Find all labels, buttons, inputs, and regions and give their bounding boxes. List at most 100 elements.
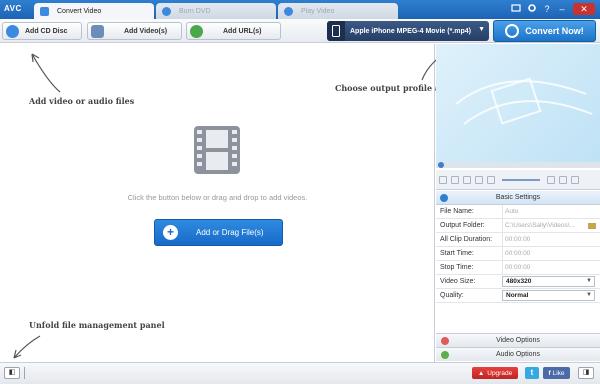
globe-add-icon xyxy=(190,24,203,38)
add-video-label: Add Video(s) xyxy=(124,27,168,35)
chevron-down-icon: ▼ xyxy=(586,278,592,284)
basic-settings-header[interactable]: Basic Settings xyxy=(436,191,600,205)
unfold-panel-button[interactable]: ◧ xyxy=(4,367,20,379)
panel-toggle-icon: ◧ xyxy=(8,369,16,376)
film-strip-icon xyxy=(194,126,240,174)
stop-time-field[interactable]: 00:00:00 xyxy=(502,260,600,275)
volume-icon[interactable] xyxy=(487,175,495,184)
gear-icon[interactable] xyxy=(526,3,538,15)
film-reel-watermark-icon xyxy=(455,77,593,125)
basic-settings-title: Basic Settings xyxy=(495,194,541,201)
prev-frame-icon[interactable] xyxy=(463,175,471,184)
tab-label: Play Video xyxy=(301,7,335,15)
setting-start-time: Start Time: 00:00:00 xyxy=(436,246,600,261)
tab-play-video[interactable]: Play Video xyxy=(278,3,398,19)
add-cd-disc-button[interactable]: Add CD Disc xyxy=(2,22,82,40)
upgrade-button[interactable]: ▲ Upgrade xyxy=(472,367,518,379)
output-folder-field[interactable]: C:\Users\Sally\Videos\... xyxy=(502,218,600,233)
setting-quality: Quality: Normal ▼ xyxy=(436,289,600,303)
settings-icon[interactable] xyxy=(571,175,579,184)
playback-controls xyxy=(436,170,600,190)
drop-instructions: Click the button below or drag and drop … xyxy=(127,193,308,202)
video-preview xyxy=(436,44,600,162)
setting-video-size: Video Size: 480x320 ▼ xyxy=(436,275,600,289)
tab-convert-video[interactable]: Convert Video xyxy=(34,3,154,19)
like-label: Like xyxy=(552,369,565,377)
add-or-drag-files-button[interactable]: + Add or Drag File(s) xyxy=(154,219,283,246)
setting-label: Quality: xyxy=(440,292,464,299)
quality-select[interactable]: Normal ▼ xyxy=(502,290,595,301)
minimize-icon[interactable]: – xyxy=(556,3,568,15)
share-icon[interactable] xyxy=(510,3,522,15)
file-name-field[interactable]: Auto xyxy=(502,204,600,219)
setting-label: Video Size: xyxy=(440,278,476,285)
output-folder-path: C:\Users\Sally\Videos\... xyxy=(505,222,575,229)
help-icon[interactable]: ? xyxy=(541,3,553,15)
video-options-header[interactable]: Video Options xyxy=(436,333,600,347)
setting-label: File Name: xyxy=(440,208,474,215)
setting-stop-time: Stop Time: 00:00:00 xyxy=(436,260,600,275)
hint-unfold-panel: Unfold file management panel xyxy=(29,320,165,330)
audio-options-header[interactable]: Audio Options xyxy=(436,347,600,361)
convert-label: Convert Now! xyxy=(525,26,584,36)
profile-label: Apple iPhone MPEG-4 Movie (*.mp4) xyxy=(350,27,471,35)
play-icon[interactable] xyxy=(439,175,447,184)
facebook-icon: f xyxy=(548,369,551,377)
audio-options-icon xyxy=(441,351,449,359)
output-profile-select[interactable]: Apple iPhone MPEG-4 Movie (*.mp4) ▼ xyxy=(327,21,489,41)
chevron-down-icon: ▼ xyxy=(586,292,592,298)
folder-icon[interactable] xyxy=(559,175,567,184)
upgrade-arrow-icon: ▲ xyxy=(477,369,485,377)
video-options-icon xyxy=(441,337,449,345)
setting-label: Output Folder: xyxy=(440,222,485,229)
progress-knob[interactable] xyxy=(438,162,444,168)
arrow-annotation xyxy=(31,53,61,93)
close-icon[interactable]: ✕ xyxy=(573,3,595,15)
add-url-label: Add URL(s) xyxy=(223,27,262,35)
setting-label: Stop Time: xyxy=(440,264,474,271)
plus-icon: + xyxy=(163,225,178,240)
convert-icon xyxy=(505,24,520,38)
arrow-annotation xyxy=(13,335,41,359)
disc-add-icon xyxy=(6,24,19,38)
setting-file-name: File Name: Auto xyxy=(436,204,600,219)
convert-now-button[interactable]: Convert Now! xyxy=(493,20,596,42)
audio-options-label: Audio Options xyxy=(496,351,540,358)
tab-burn-dvd[interactable]: Burn DVD xyxy=(156,3,276,19)
preview-progress-bar[interactable] xyxy=(436,162,600,168)
app-logo: AVC xyxy=(4,4,22,13)
video-options-label: Video Options xyxy=(496,337,540,344)
phone-icon xyxy=(327,21,345,41)
hint-add-files: Add video or audio files xyxy=(29,96,135,106)
toggle-side-panel-button[interactable]: ◨ xyxy=(578,367,594,379)
stop-icon[interactable] xyxy=(451,175,459,184)
video-size-select[interactable]: 480x320 ▼ xyxy=(502,276,595,287)
add-drag-label: Add or Drag File(s) xyxy=(196,228,264,237)
play-icon xyxy=(284,6,293,16)
facebook-like-button[interactable]: f Like xyxy=(543,367,570,379)
add-cd-label: Add CD Disc xyxy=(25,27,68,35)
duration-value: 00:00:00 xyxy=(502,232,600,247)
add-video-button[interactable]: Add Video(s) xyxy=(87,22,182,40)
settings-icon xyxy=(440,194,448,202)
setting-output-folder: Output Folder: C:\Users\Sally\Videos\... xyxy=(436,218,600,233)
disc-icon xyxy=(162,6,171,16)
folder-icon[interactable] xyxy=(588,222,596,229)
twitter-icon[interactable]: t xyxy=(525,367,539,379)
quality-value: Normal xyxy=(506,292,529,299)
start-time-field[interactable]: 00:00:00 xyxy=(502,246,600,261)
divider xyxy=(24,367,25,379)
setting-duration: All Clip Duration: 00:00:00 xyxy=(436,232,600,247)
tab-label: Burn DVD xyxy=(179,7,211,15)
add-url-button[interactable]: Add URL(s) xyxy=(186,22,281,40)
video-size-value: 480x320 xyxy=(506,278,532,285)
film-add-icon xyxy=(91,24,104,38)
upgrade-label: Upgrade xyxy=(487,369,513,377)
convert-icon xyxy=(40,6,49,16)
snapshot-icon[interactable] xyxy=(547,175,555,184)
volume-slider[interactable] xyxy=(502,178,540,181)
chevron-down-icon: ▼ xyxy=(478,26,485,33)
tab-label: Convert Video xyxy=(57,7,102,15)
next-frame-icon[interactable] xyxy=(475,175,483,184)
setting-label: Start Time: xyxy=(440,250,474,257)
